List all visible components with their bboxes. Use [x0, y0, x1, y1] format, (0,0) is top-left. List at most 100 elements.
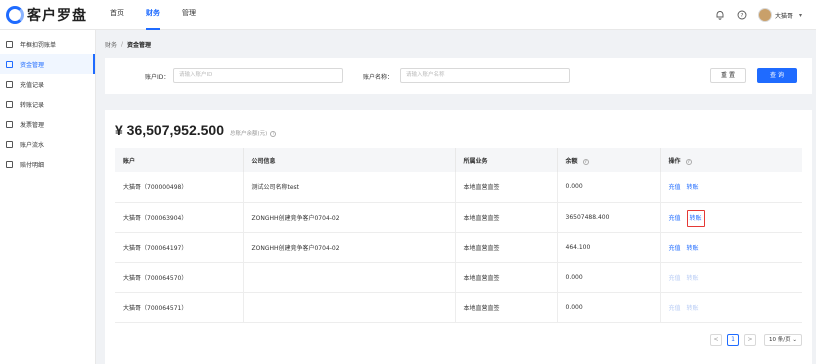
transfer-link[interactable]: 转账 — [687, 184, 699, 191]
transfer-link[interactable]: 转账 — [687, 305, 699, 312]
header-company: 公司信息 — [243, 148, 456, 172]
sidebar-item-label: 赔付明细 — [20, 161, 45, 169]
query-button[interactable]: 查 询 — [757, 68, 797, 83]
page-number-button[interactable]: 1 — [727, 334, 740, 346]
breadcrumb-separator: / — [121, 40, 124, 48]
list-icon — [6, 80, 13, 88]
cell-business: 本地直营直签 — [455, 292, 558, 322]
account-id-input[interactable]: 请输入账户ID — [173, 68, 343, 83]
recharge-link[interactable]: 充值 — [669, 275, 681, 282]
sidebar-item-account-flow[interactable]: 账户流水 — [0, 134, 95, 154]
user-name[interactable]: 大猫哥 — [775, 11, 793, 20]
next-page-button[interactable]: > — [744, 334, 757, 346]
sidebar-item-fund-management[interactable]: 资金管理 — [0, 54, 95, 74]
table-row: 大猫哥（700063904） ZONGHH创建竞争客户0704-02 本地直营直签 3… — [115, 202, 802, 232]
help-icon[interactable]: ? — [736, 9, 748, 21]
sidebar: 年框扣罚账单 资金管理 充值记录 转账记录 发票管理 账户流水 赔付明细 — [0, 30, 96, 364]
recharge-link[interactable]: 充值 — [669, 184, 681, 191]
recharge-link[interactable]: 充值 — [669, 215, 681, 222]
reset-button[interactable]: 重 置 — [710, 68, 746, 83]
cell-account: 大猫哥（700064197） — [115, 232, 244, 262]
info-icon[interactable]: ? — [270, 131, 277, 137]
fund-table-card: ¥ 36,507,952.500 总账户余额(元) ? 账户 公司信息 所属业务… — [105, 110, 812, 364]
cell-actions: 充值 转账 — [660, 292, 802, 322]
cell-balance: 0.000 — [557, 262, 661, 292]
info-icon[interactable]: ? — [685, 158, 692, 165]
pagination: < 1 > 10 条/页 ⌄ — [705, 334, 802, 346]
sidebar-item-compensation-details[interactable]: 赔付明细 — [0, 154, 95, 174]
balance-summary: ¥ 36,507,952.500 总账户余额(元) ? — [115, 122, 277, 138]
breadcrumb: 财务 / 资金管理 — [96, 30, 816, 58]
prev-page-button[interactable]: < — [710, 334, 723, 346]
table-row: 大猫哥（700000498） 测试公司名称test 本地直营直签 0.000 充值 转账 — [115, 172, 802, 202]
cell-actions: 充值 转账 — [660, 202, 802, 232]
page-size-select[interactable]: 10 条/页 ⌄ — [764, 334, 802, 346]
sidebar-item-label: 资金管理 — [20, 61, 45, 69]
cell-company — [243, 292, 456, 322]
cell-balance: 0.000 — [557, 292, 661, 322]
cell-business: 本地直营直签 — [455, 202, 558, 232]
svg-text:?: ? — [741, 13, 744, 19]
document-icon — [6, 40, 13, 48]
table-header-row: 账户 公司信息 所属业务 余额 ? 操作 ? — [115, 148, 802, 172]
chevron-down-icon: ⌄ — [792, 337, 797, 343]
transfer-link[interactable]: 转账 — [687, 245, 699, 252]
app-logo[interactable]: 客户罗盘 — [6, 5, 87, 25]
cell-actions: 充值 转账 — [660, 232, 802, 262]
top-nav: 首页 财务 管理 — [110, 0, 218, 30]
breadcrumb-current: 资金管理 — [127, 41, 152, 49]
cell-business: 本地直营直签 — [455, 262, 558, 292]
header-actions: 操作 ? — [668, 157, 692, 165]
total-balance: ¥ 36,507,952.500 — [115, 122, 224, 138]
account-name-label: 账户名称： — [363, 74, 394, 81]
transfer-link[interactable]: 转账 — [687, 275, 699, 282]
header-account: 账户 — [115, 148, 244, 172]
sidebar-item-label: 转账记录 — [20, 101, 45, 109]
cell-business: 本地直营直签 — [455, 232, 558, 262]
logo-text: 客户罗盘 — [27, 8, 87, 24]
nav-item-home[interactable]: 首页 — [110, 0, 124, 30]
transfer-link[interactable]: 转账 — [686, 209, 705, 227]
transfer-icon — [6, 100, 13, 108]
total-balance-note: 总账户余额(元) — [230, 131, 268, 137]
breadcrumb-parent[interactable]: 财务 — [105, 40, 117, 49]
cell-company — [243, 262, 456, 292]
table-row: 大猫哥（700064197） ZONGHH创建竞争客户0704-02 本地直营直签 4… — [115, 232, 802, 262]
flow-icon — [6, 140, 13, 148]
header-balance: 余额 ? — [557, 148, 661, 172]
cell-actions: 充值 转账 — [660, 262, 802, 292]
chevron-down-icon[interactable]: ▾ — [799, 12, 802, 19]
info-icon[interactable]: ? — [582, 158, 589, 165]
top-bar: 客户罗盘 首页 财务 管理 ? 大猫哥 ▾ — [0, 0, 816, 30]
cell-business: 本地直营直签 — [455, 172, 558, 202]
search-panel: 账户ID： 请输入账户ID 账户名称： 请输入账户名称 重 置 查 询 — [105, 58, 812, 94]
cell-balance: 36507488.400 — [557, 202, 661, 232]
cell-balance: 0.000 — [557, 172, 661, 202]
sidebar-item-transfer-records[interactable]: 转账记录 — [0, 94, 95, 114]
detail-icon — [6, 160, 13, 168]
account-id-label: 账户ID： — [145, 74, 170, 81]
header-business: 所属业务 — [455, 148, 558, 172]
cell-company: ZONGHH创建竞争客户0704-02 — [243, 232, 456, 262]
sidebar-item-recharge-records[interactable]: 充值记录 — [0, 74, 95, 94]
cell-account: 大猫哥（700064571） — [115, 292, 244, 322]
cell-account: 大猫哥（700063904） — [115, 202, 244, 232]
invoice-icon — [6, 120, 13, 128]
sidebar-item-invoice-management[interactable]: 发票管理 — [0, 114, 95, 134]
nav-item-finance[interactable]: 财务 — [146, 0, 160, 30]
recharge-link[interactable]: 充值 — [669, 305, 681, 312]
sidebar-item-label: 充值记录 — [20, 81, 45, 89]
avatar[interactable] — [757, 8, 772, 22]
nav-item-manage[interactable]: 管理 — [182, 0, 196, 30]
sidebar-item-label: 发票管理 — [20, 121, 45, 129]
folder-icon — [6, 60, 13, 68]
sidebar-item-label: 账户流水 — [20, 141, 45, 149]
sidebar-item-label: 年框扣罚账单 — [20, 41, 57, 49]
sidebar-item-annual-penalty[interactable]: 年框扣罚账单 — [0, 34, 95, 54]
bell-icon[interactable] — [714, 9, 726, 21]
recharge-link[interactable]: 充值 — [669, 245, 681, 252]
cell-company: ZONGHH创建竞争客户0704-02 — [243, 202, 456, 232]
cell-account: 大猫哥（700064570） — [115, 262, 244, 292]
account-name-input[interactable]: 请输入账户名称 — [400, 68, 570, 83]
table-row: 大猫哥（700064571） 本地直营直签 0.000 充值 转账 — [115, 292, 802, 322]
